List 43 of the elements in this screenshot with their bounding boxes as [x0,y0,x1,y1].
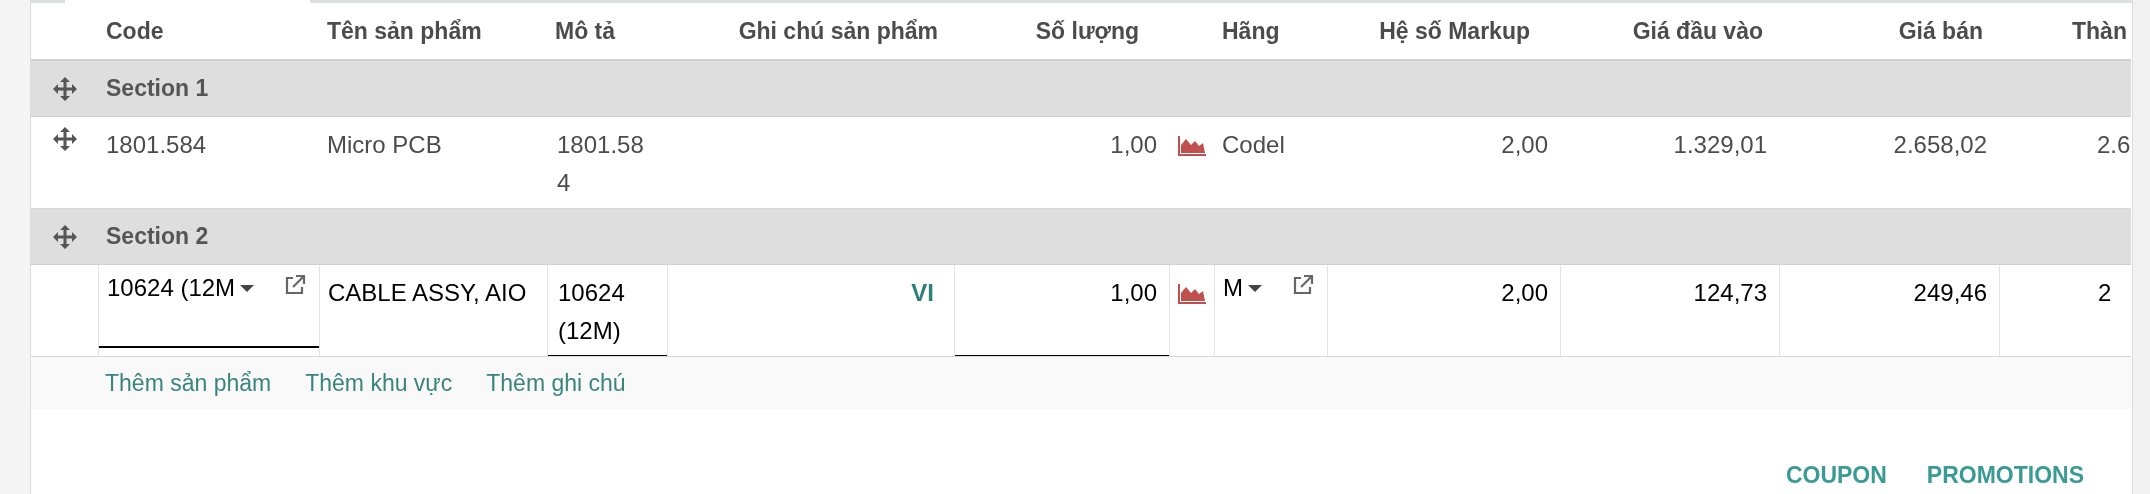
brand-select[interactable]: M [1215,265,1327,348]
external-link-icon [283,273,307,297]
area-chart-icon [1176,135,1207,157]
column-header[interactable]: Tên sản phẩm [327,13,482,49]
cell-value: Codel [1221,130,1286,160]
add-line-link[interactable]: Thêm sản phẩm [105,365,272,401]
cell-value: 2,00 [1500,130,1549,160]
column-header[interactable]: Thàn [2072,13,2127,49]
add-line-link[interactable]: Thêm ghi chú [486,365,626,401]
note-value[interactable]: VI [668,274,954,312]
drag-handle-icon [51,223,78,250]
column-header[interactable]: Hệ số Markup [1379,13,1530,49]
caret-icon [1247,283,1263,293]
drag-handle-icon [51,75,78,102]
column-header[interactable]: Số lượng [1035,13,1139,49]
product-select[interactable]: 10624 (12M [99,265,319,348]
cell-value: 1801.584 [556,130,645,198]
drag-handle-icon [51,126,78,152]
field-value[interactable]: 10624 (12M) [548,274,667,350]
section-title: Section 2 [106,222,209,252]
add-line-link[interactable]: Thêm khu vực [305,365,453,401]
column-header[interactable]: Code [106,13,164,49]
cell-value: Micro PCB [326,130,443,160]
column-header[interactable]: Giá bán [1898,13,1983,49]
field-value[interactable]: CABLE ASSY, AIO [320,274,547,312]
cell-value: 1.329,01 [1672,130,1768,160]
section-title: Section 1 [106,74,209,104]
column-header[interactable]: Giá đầu vào [1632,13,1763,49]
cell-value: 2.658,02 [1892,130,1988,160]
caret-icon [239,283,256,293]
cell-value: 1801.584 [105,130,208,160]
field-value[interactable]: 2,00 [1328,274,1560,312]
cell-value: 1,00 [1109,130,1158,160]
column-header[interactable]: Mô tả [555,13,616,49]
field-value[interactable]: 124,73 [1561,274,1779,312]
field-value[interactable]: 249,46 [1780,274,1999,312]
field-value[interactable]: 2 [2000,274,2131,312]
column-header[interactable]: Ghi chú sản phẩm [738,13,938,49]
area-chart-icon [1177,283,1207,305]
cell-value: 2.6 [2096,130,2131,160]
external-link-icon [1291,273,1315,297]
column-header[interactable]: Hãng [1222,13,1280,49]
field-value[interactable]: 1,00 [955,274,1169,312]
